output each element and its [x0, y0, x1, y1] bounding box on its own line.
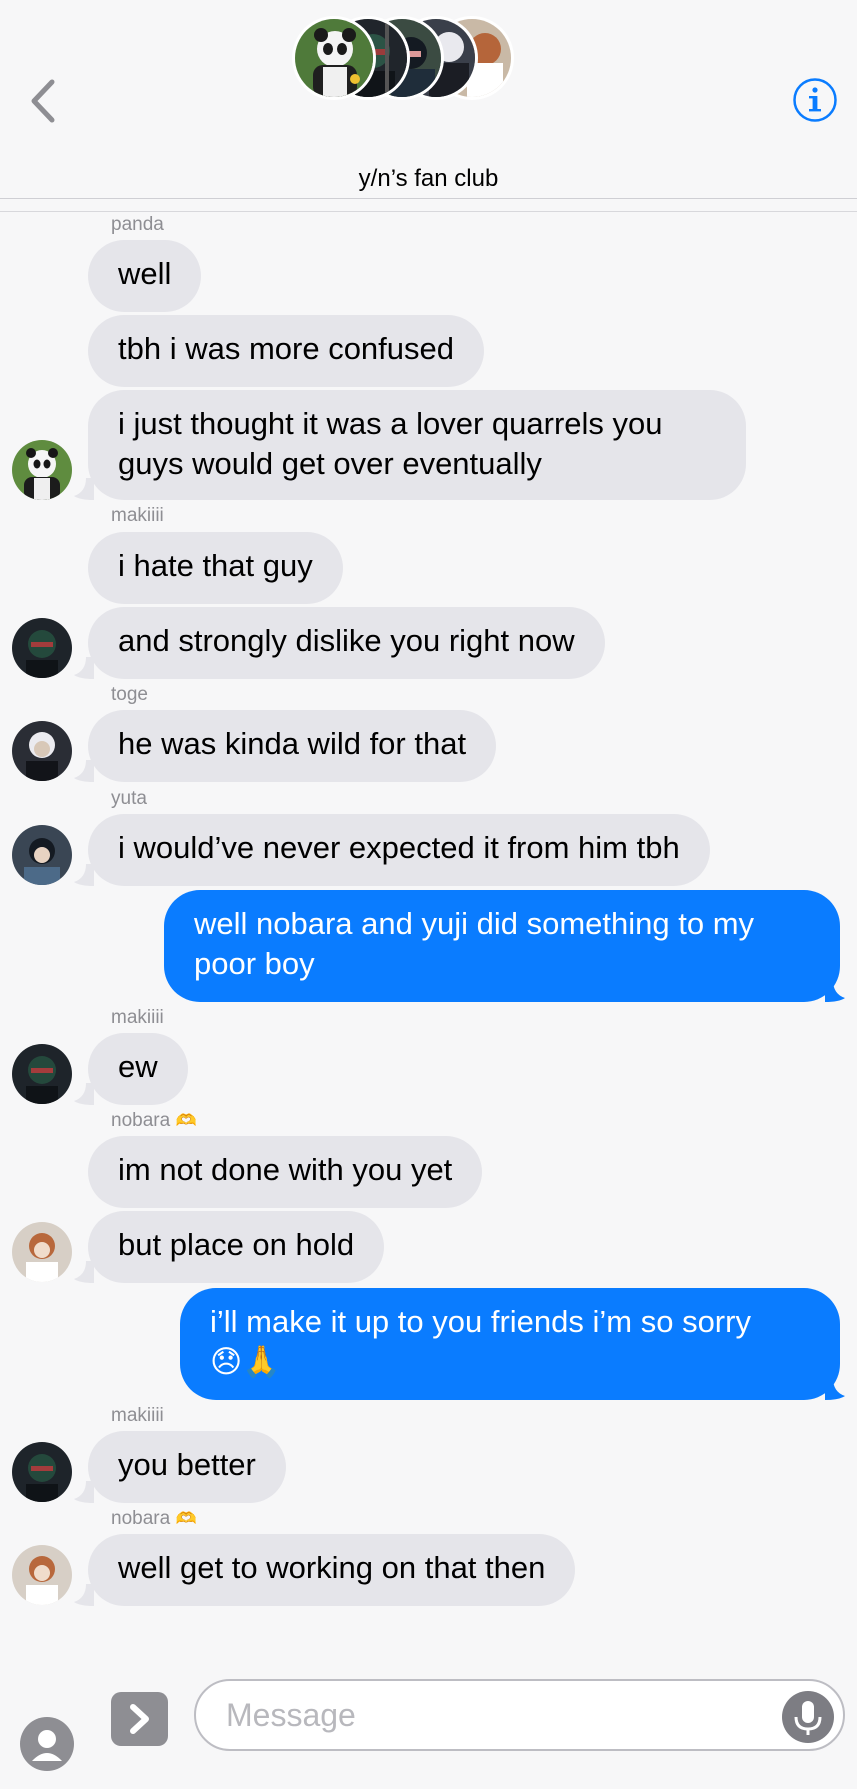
message-bubble[interactable]: and strongly dislike you right now [88, 607, 605, 679]
sender-label: yuta [111, 788, 147, 809]
message-bubble[interactable]: well [88, 240, 202, 312]
toge-avatar[interactable] [12, 721, 72, 781]
nobara-avatar[interactable] [12, 1545, 72, 1605]
message-bubble[interactable]: i would’ve never expected it from him tb… [88, 814, 710, 886]
message-bubble[interactable]: i hate that guy [88, 532, 343, 604]
heart-hands-icon: 🫶 [175, 1111, 197, 1130]
bubble-tail [74, 478, 94, 500]
message-input[interactable]: Message [194, 1679, 845, 1751]
compose-bar: Message [0, 1655, 857, 1789]
message-bubble[interactable]: well get to working on that then [88, 1534, 576, 1606]
sender-label: makiiii [111, 505, 164, 526]
bubble-tail [74, 1261, 94, 1283]
microphone-icon[interactable] [782, 1691, 834, 1743]
maki-avatar[interactable] [12, 618, 72, 678]
message-bubble[interactable]: ew [88, 1033, 188, 1105]
bubble-tail [74, 657, 94, 679]
chevron-right-icon[interactable] [111, 1692, 168, 1746]
message-bubble[interactable]: he was kinda wild for that [88, 710, 497, 782]
bubble-tail [74, 1584, 94, 1606]
nobara-avatar[interactable] [12, 1222, 72, 1282]
message-thread[interactable]: panda well tbh i was more confused i jus… [0, 0, 857, 1789]
sent-message-bubble[interactable]: i’ll make it up to you friends i’m so so… [180, 1288, 840, 1400]
bubble-tail [825, 1378, 845, 1400]
message-bubble[interactable]: tbh i was more confused [88, 315, 485, 387]
sender-label: makiiii [111, 1007, 164, 1028]
message-bubble[interactable]: im not done with you yet [88, 1136, 483, 1208]
message-bubble[interactable]: i just thought it was a lover quarrels y… [88, 390, 746, 500]
yuta-avatar[interactable] [12, 825, 72, 885]
bubble-tail [74, 1481, 94, 1503]
person-icon[interactable] [20, 1717, 74, 1771]
bubble-tail [74, 1083, 94, 1105]
sender-label: nobara 🫶 [111, 1508, 197, 1529]
bubble-tail [74, 760, 94, 782]
bubble-tail [74, 864, 94, 886]
bubble-tail [825, 980, 845, 1002]
message-bubble[interactable]: but place on hold [88, 1211, 385, 1283]
sender-label: toge [111, 684, 148, 705]
message-bubble[interactable]: you better [88, 1431, 286, 1503]
maki-avatar[interactable] [12, 1044, 72, 1104]
sent-message-bubble[interactable]: well nobara and yuji did something to my… [164, 890, 840, 1002]
message-placeholder: Message [226, 1697, 356, 1733]
maki-avatar[interactable] [12, 1442, 72, 1502]
sender-label: panda [111, 214, 164, 235]
sender-label: nobara 🫶 [111, 1110, 197, 1131]
heart-hands-icon: 🫶 [175, 1509, 197, 1528]
sender-label: makiiii [111, 1405, 164, 1426]
panda-avatar[interactable] [12, 440, 72, 500]
